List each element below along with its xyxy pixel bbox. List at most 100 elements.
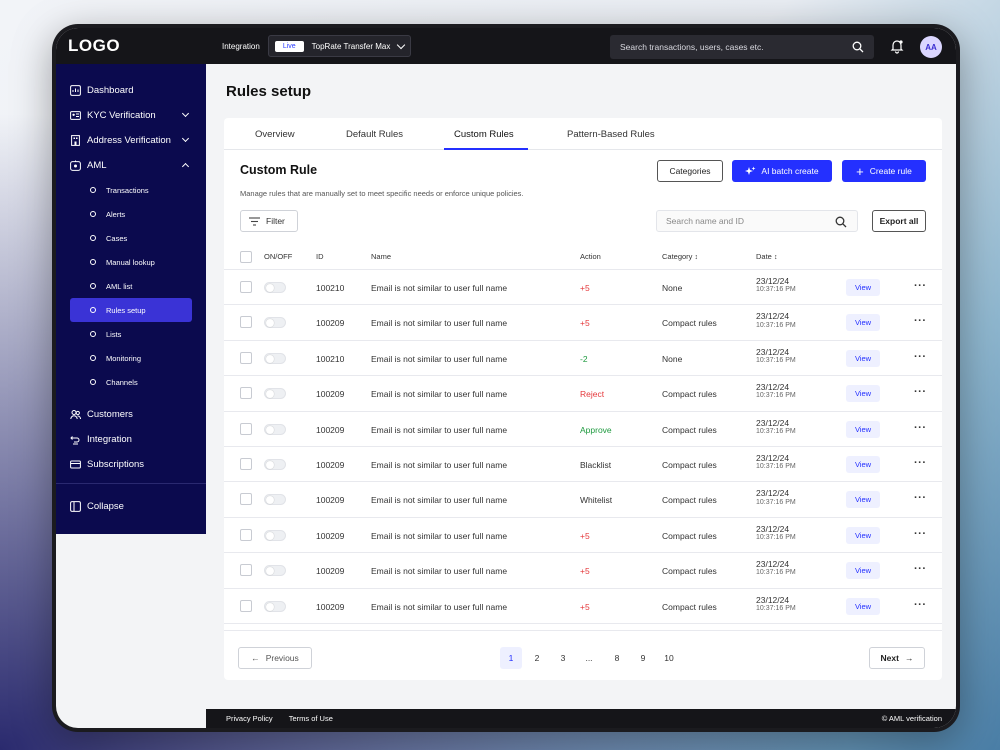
tab-overview[interactable]: Overview xyxy=(255,129,295,140)
row-checkbox[interactable] xyxy=(240,599,252,612)
row-checkbox[interactable] xyxy=(240,316,252,329)
rule-toggle[interactable] xyxy=(264,317,286,329)
more-options-icon[interactable]: ··· xyxy=(914,563,927,575)
view-button[interactable]: View xyxy=(846,279,880,296)
page-number[interactable]: 10 xyxy=(658,647,680,669)
view-button[interactable]: View xyxy=(846,385,880,403)
sidebar-subitem-lists[interactable]: Lists xyxy=(70,322,192,346)
previous-page-button[interactable]: ← Previous xyxy=(238,647,312,669)
next-page-button[interactable]: Next → xyxy=(869,647,925,669)
sidebar-item-dashboard[interactable]: Dashboard xyxy=(56,78,206,103)
more-options-icon[interactable]: ··· xyxy=(914,315,927,327)
row-checkbox[interactable] xyxy=(240,564,252,577)
rule-toggle[interactable] xyxy=(264,600,286,612)
rule-toggle[interactable] xyxy=(264,423,286,435)
chevron-down-icon xyxy=(181,109,190,118)
page-number[interactable]: 3 xyxy=(552,647,574,669)
header-label: Category xyxy=(662,252,693,261)
categories-button[interactable]: Categories xyxy=(657,160,723,182)
sidebar-item-kyc-verification[interactable]: KYC Verification xyxy=(56,103,206,128)
row-checkbox[interactable] xyxy=(240,422,252,435)
more-options-icon[interactable]: ··· xyxy=(914,422,927,434)
rule-date-value: 23/12/24 xyxy=(756,452,790,463)
more-options-icon[interactable]: ··· xyxy=(914,457,927,469)
more-options-icon[interactable]: ··· xyxy=(914,599,927,611)
rule-toggle[interactable] xyxy=(264,565,286,577)
view-button[interactable]: View xyxy=(846,349,880,367)
row-checkbox[interactable] xyxy=(240,387,252,400)
page-number[interactable]: 8 xyxy=(606,647,628,669)
rules-search-input[interactable]: Search name and ID xyxy=(656,210,858,232)
rule-name: Email is not similar to user full name xyxy=(371,283,508,293)
sidebar-item-address-verification[interactable]: Address Verification xyxy=(56,128,206,153)
more-options-icon[interactable]: ··· xyxy=(914,280,927,292)
page-number[interactable]: 1 xyxy=(500,647,522,669)
page-number[interactable]: 2 xyxy=(526,647,548,669)
privacy-policy-link[interactable]: Privacy Policy xyxy=(226,714,273,723)
sidebar-subitem-alerts[interactable]: Alerts xyxy=(70,202,192,226)
more-options-icon[interactable]: ··· xyxy=(914,528,927,540)
view-button[interactable]: View xyxy=(846,491,880,509)
sidebar-subitem-rules-setup[interactable]: Rules setup xyxy=(70,298,192,322)
view-button[interactable]: View xyxy=(846,597,880,615)
table-row: 100209 Email is not similar to user full … xyxy=(224,447,942,483)
page-title: Rules setup xyxy=(226,83,312,100)
sidebar-subitem-label: Cases xyxy=(106,233,128,243)
header-category[interactable]: Category ↕ xyxy=(662,252,698,261)
rule-action: +5 xyxy=(580,566,590,577)
rule-category: Compact rules xyxy=(662,566,717,577)
sidebar-subitem-cases[interactable]: Cases xyxy=(70,226,192,250)
row-checkbox[interactable] xyxy=(240,493,252,506)
more-options-icon[interactable]: ··· xyxy=(914,492,927,504)
view-button[interactable]: View xyxy=(846,455,880,473)
row-checkbox[interactable] xyxy=(240,457,252,470)
tab-custom-rules[interactable]: Custom Rules xyxy=(454,129,514,140)
sidebar-subitem-manual-lookup[interactable]: Manual lookup xyxy=(70,250,192,274)
rule-date: 23/12/24 10:37:16 PM xyxy=(756,418,796,437)
row-checkbox[interactable] xyxy=(240,281,252,293)
rule-toggle[interactable] xyxy=(264,494,286,506)
sidebar-collapse-button[interactable]: Collapse xyxy=(56,494,206,519)
view-button[interactable]: View xyxy=(846,420,880,438)
sidebar-subitem-monitoring[interactable]: Monitoring xyxy=(70,346,192,370)
rule-toggle[interactable] xyxy=(264,529,286,541)
more-options-icon[interactable]: ··· xyxy=(914,386,927,398)
row-checkbox[interactable] xyxy=(240,351,252,364)
rule-toggle[interactable] xyxy=(264,282,286,293)
rule-time: 10:37:16 PM xyxy=(756,286,796,294)
row-checkbox[interactable] xyxy=(240,528,252,541)
sidebar-subitem-transactions[interactable]: Transactions xyxy=(70,178,192,202)
rule-toggle[interactable] xyxy=(264,352,286,364)
rule-id: 100209 xyxy=(316,566,345,577)
tab-default-rules[interactable]: Default Rules xyxy=(346,129,403,140)
sidebar-item-aml[interactable]: AML xyxy=(56,153,206,178)
tab-pattern-based-rules[interactable]: Pattern-Based Rules xyxy=(567,129,655,140)
sidebar-subitem-channels[interactable]: Channels xyxy=(70,370,192,394)
ai-batch-create-button[interactable]: AI batch create xyxy=(732,160,832,182)
rule-category: Compact rules xyxy=(662,424,717,435)
sidebar-subitem-aml-list[interactable]: AML list xyxy=(70,274,192,298)
sidebar-item-subscriptions[interactable]: Subscriptions xyxy=(56,452,206,477)
rule-date-value: 23/12/24 xyxy=(756,276,790,286)
select-all-checkbox[interactable] xyxy=(240,250,252,263)
global-search-input[interactable]: Search transactions, users, cases etc. xyxy=(610,35,874,59)
header-date[interactable]: Date ↕ xyxy=(756,252,777,261)
sidebar-item-integration[interactable]: Integration xyxy=(56,427,206,452)
view-button[interactable]: View xyxy=(846,314,880,332)
view-button[interactable]: View xyxy=(846,562,880,580)
export-all-button[interactable]: Export all xyxy=(872,210,926,232)
create-rule-button[interactable]: + Create rule xyxy=(842,160,926,182)
sidebar-item-customers[interactable]: Customers xyxy=(56,402,206,427)
rule-toggle[interactable] xyxy=(264,388,286,400)
rule-toggle[interactable] xyxy=(264,458,286,470)
user-avatar[interactable]: AA xyxy=(920,36,942,58)
page-number[interactable]: 9 xyxy=(632,647,654,669)
terms-of-use-link[interactable]: Terms of Use xyxy=(289,714,333,723)
more-options-icon[interactable]: ··· xyxy=(914,351,927,363)
view-button[interactable]: View xyxy=(846,526,880,544)
rule-name: Email is not similar to user full name xyxy=(371,424,508,435)
filter-button[interactable]: Filter xyxy=(240,210,298,232)
header-name: Name xyxy=(371,252,392,261)
notification-bell-icon[interactable] xyxy=(889,38,905,54)
environment-selector[interactable]: Live TopRate Transfer Max xyxy=(267,35,412,57)
